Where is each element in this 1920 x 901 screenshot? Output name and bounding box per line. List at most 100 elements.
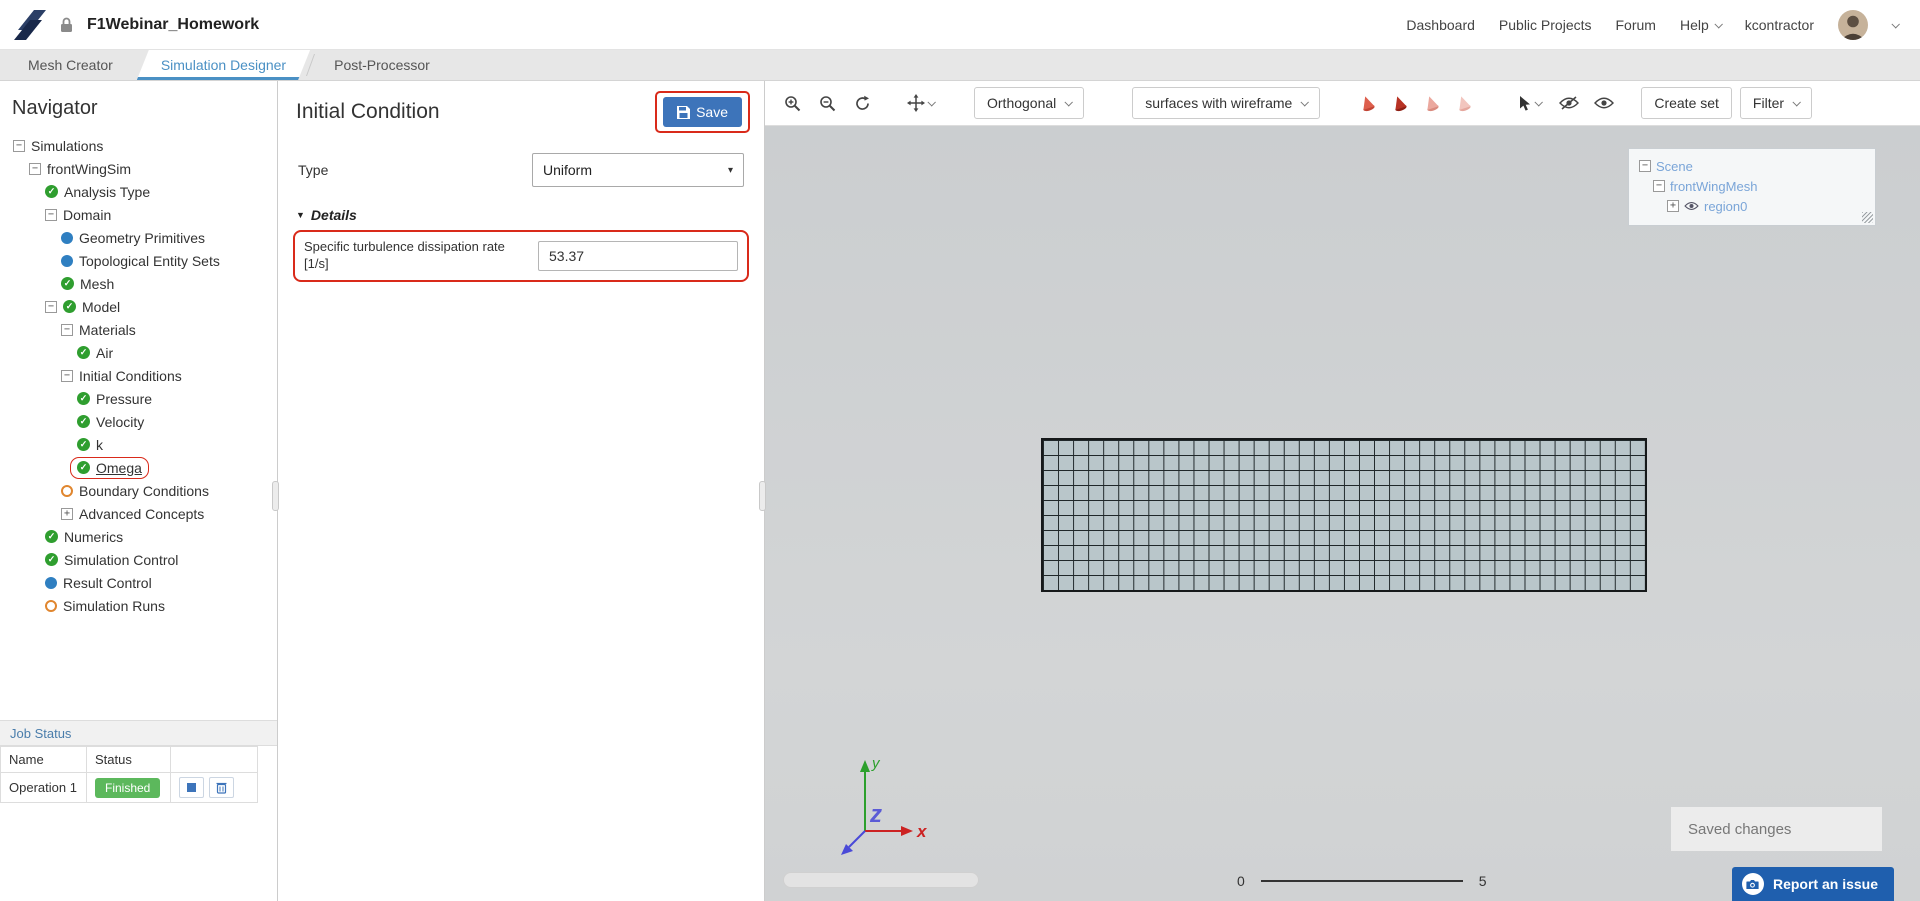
type-select-value: Uniform bbox=[543, 162, 592, 178]
tree-item-materials[interactable]: −Materials bbox=[0, 318, 277, 341]
visibility-eye-icon[interactable] bbox=[1684, 201, 1699, 211]
status-complete-icon: ✓ bbox=[77, 415, 90, 428]
nav-dashboard[interactable]: Dashboard bbox=[1406, 17, 1475, 33]
scene-tree-item-region0[interactable]: + region0 bbox=[1633, 196, 1871, 216]
zoom-in-button[interactable] bbox=[779, 90, 806, 117]
details-section-toggle[interactable]: ▼ Details bbox=[296, 207, 764, 223]
tree-item-omega[interactable]: ✓Omega bbox=[0, 456, 277, 479]
collapse-box-icon[interactable]: − bbox=[61, 324, 73, 336]
collapse-box-icon[interactable]: − bbox=[1639, 160, 1651, 172]
nav-public-projects[interactable]: Public Projects bbox=[1499, 17, 1592, 33]
tree-item-mesh[interactable]: ✓Mesh bbox=[0, 272, 277, 295]
collapse-box-icon[interactable]: − bbox=[29, 163, 41, 175]
tree-item-boundary-conditions[interactable]: Boundary Conditions bbox=[0, 479, 277, 502]
panel-resize-handle[interactable] bbox=[759, 481, 766, 511]
tree-item-analysis-type[interactable]: ✓ Analysis Type bbox=[0, 180, 277, 203]
collapse-box-icon[interactable]: − bbox=[61, 370, 73, 382]
collapse-box-icon[interactable]: − bbox=[45, 209, 57, 221]
hide-selection-button[interactable] bbox=[1555, 90, 1582, 117]
tree-item-simulations[interactable]: −Simulations bbox=[0, 134, 277, 157]
tree-item-label: Omega bbox=[96, 460, 142, 476]
mesh-block[interactable] bbox=[1041, 438, 1647, 592]
cone-tool-button-3[interactable] bbox=[1418, 90, 1445, 117]
job-column-status: Status bbox=[87, 747, 171, 773]
z-axis-label: z bbox=[869, 801, 882, 828]
cone-tool-group bbox=[1354, 90, 1477, 117]
tree-item-pressure[interactable]: ✓Pressure bbox=[0, 387, 277, 410]
projection-select[interactable]: Orthogonal bbox=[974, 87, 1084, 119]
stop-job-button[interactable] bbox=[179, 777, 204, 798]
expand-box-icon[interactable]: + bbox=[61, 508, 73, 520]
job-status-section: Job Status Name Status Operation 1Finish… bbox=[0, 720, 277, 803]
filter-button[interactable]: Filter bbox=[1740, 87, 1812, 119]
refresh-view-button[interactable] bbox=[849, 90, 876, 117]
delete-job-button[interactable] bbox=[209, 777, 234, 798]
user-menu-chevron-icon[interactable] bbox=[1891, 20, 1899, 28]
status-complete-icon: ✓ bbox=[45, 185, 58, 198]
tree-item-result-control[interactable]: Result Control bbox=[0, 571, 277, 594]
report-issue-button[interactable]: Report an issue bbox=[1732, 867, 1894, 901]
scene-tree-item-scene[interactable]: − Scene bbox=[1633, 156, 1871, 176]
cone-tool-button-2[interactable] bbox=[1386, 90, 1413, 117]
filter-label: Filter bbox=[1753, 95, 1784, 111]
render-mode-select[interactable]: surfaces with wireframe bbox=[1132, 87, 1320, 119]
tree-item-numerics[interactable]: ✓Numerics bbox=[0, 525, 277, 548]
save-button[interactable]: Save bbox=[663, 97, 742, 127]
select-tool-button[interactable] bbox=[1511, 90, 1547, 117]
tree-item-model[interactable]: −✓Model bbox=[0, 295, 277, 318]
tree-item-simulation-control[interactable]: ✓Simulation Control bbox=[0, 548, 277, 571]
status-set-icon bbox=[61, 255, 73, 267]
tab-mesh-creator[interactable]: Mesh Creator bbox=[4, 50, 137, 80]
tree-item-velocity[interactable]: ✓Velocity bbox=[0, 410, 277, 433]
tree-item-initial-conditions[interactable]: −Initial Conditions bbox=[0, 364, 277, 387]
panel-resize-handle[interactable] bbox=[272, 481, 279, 511]
collapse-box-icon[interactable]: − bbox=[45, 301, 57, 313]
zoom-out-button[interactable] bbox=[814, 90, 841, 117]
tab-post-processor[interactable]: Post-Processor bbox=[310, 50, 454, 80]
tree-item-advanced-concepts[interactable]: +Advanced Concepts bbox=[0, 502, 277, 525]
tree-item-geometry-primitives[interactable]: Geometry Primitives bbox=[0, 226, 277, 249]
tab-label: Post-Processor bbox=[334, 57, 430, 73]
chevron-down-icon bbox=[1534, 98, 1542, 106]
navigator-tree: −Simulations−frontWingSim✓Analysis Type−… bbox=[0, 134, 277, 617]
show-all-button[interactable] bbox=[1590, 90, 1617, 117]
status-set-icon bbox=[61, 232, 73, 244]
viewer-panel: Orthogonal surfaces with wireframe bbox=[765, 81, 1920, 901]
dissipation-rate-input[interactable] bbox=[538, 241, 738, 271]
status-pending-icon bbox=[45, 600, 57, 612]
scene-tree-item-frontwingmesh[interactable]: − frontWingMesh bbox=[1633, 176, 1871, 196]
details-label: Details bbox=[311, 207, 357, 223]
nav-help[interactable]: Help bbox=[1680, 17, 1721, 33]
expand-box-icon[interactable]: + bbox=[1667, 200, 1679, 212]
tree-item-k[interactable]: ✓k bbox=[0, 433, 277, 456]
app-logo-icon[interactable] bbox=[14, 10, 46, 40]
status-complete-icon: ✓ bbox=[45, 530, 58, 543]
y-axis-arrow bbox=[860, 760, 870, 772]
report-issue-label: Report an issue bbox=[1773, 876, 1878, 892]
status-complete-icon: ✓ bbox=[77, 392, 90, 405]
nav-forum[interactable]: Forum bbox=[1616, 17, 1656, 33]
scene-tree-resize-grip[interactable] bbox=[1862, 212, 1873, 223]
tree-item-label: Result Control bbox=[63, 575, 152, 591]
create-set-button[interactable]: Create set bbox=[1641, 87, 1732, 119]
nav-username[interactable]: kcontractor bbox=[1745, 17, 1814, 33]
cone-tool-button-4[interactable] bbox=[1450, 90, 1477, 117]
tree-item-frontwingsim[interactable]: −frontWingSim bbox=[0, 157, 277, 180]
job-actions-cell bbox=[171, 773, 258, 803]
collapse-box-icon[interactable]: − bbox=[13, 140, 25, 152]
eye-off-icon bbox=[1559, 96, 1579, 110]
user-avatar[interactable] bbox=[1838, 10, 1868, 40]
tree-item-domain[interactable]: −Domain bbox=[0, 203, 277, 226]
collapse-box-icon[interactable]: − bbox=[1653, 180, 1665, 192]
tab-simulation-designer[interactable]: Simulation Designer bbox=[137, 50, 310, 80]
viewport-3d[interactable]: − Scene − frontWingMesh + region0 bbox=[765, 126, 1920, 901]
viewport-scrollbar[interactable] bbox=[783, 872, 979, 888]
tree-item-topological-entity-sets[interactable]: Topological Entity Sets bbox=[0, 249, 277, 272]
tree-item-label: Analysis Type bbox=[64, 184, 150, 200]
type-row: Type Uniform ▾ bbox=[278, 153, 764, 187]
type-select[interactable]: Uniform ▾ bbox=[532, 153, 744, 187]
tree-item-simulation-runs[interactable]: Simulation Runs bbox=[0, 594, 277, 617]
tree-item-air[interactable]: ✓Air bbox=[0, 341, 277, 364]
pan-tool-button[interactable] bbox=[900, 90, 940, 117]
cone-tool-button-1[interactable] bbox=[1354, 90, 1381, 117]
